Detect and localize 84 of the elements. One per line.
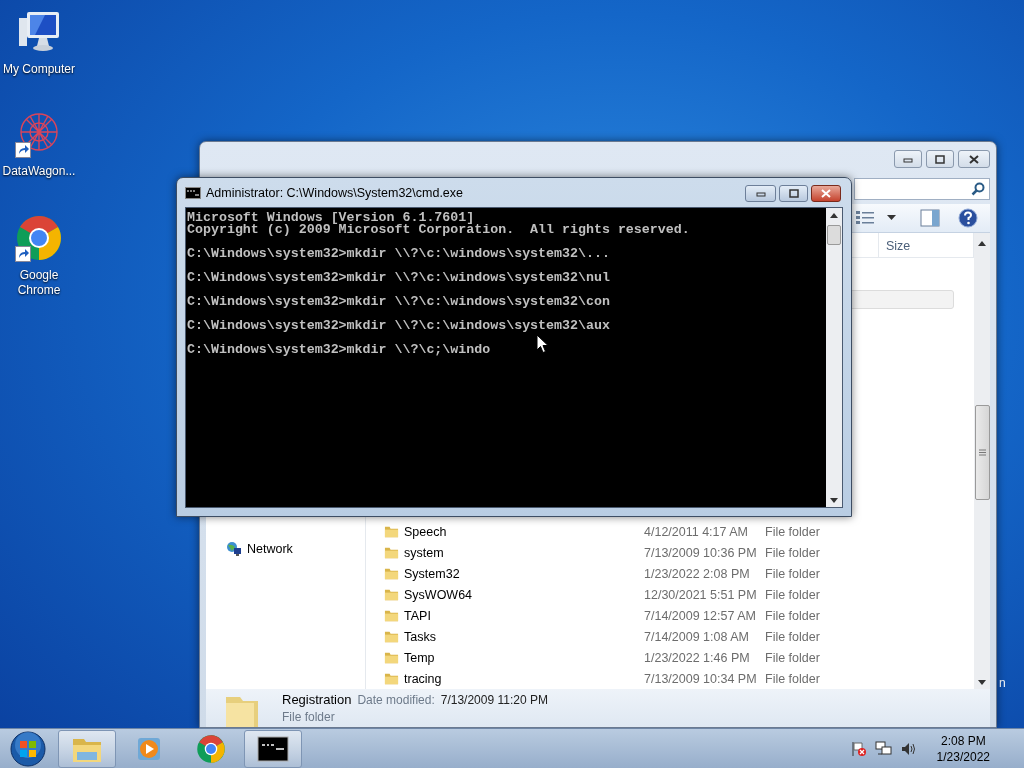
scroll-thumb[interactable]: [975, 405, 990, 500]
file-type: File folder: [765, 566, 821, 581]
file-date: 7/13/2009 10:36 PM: [644, 545, 758, 560]
console-line: C:\Windows\system32>mkdir \\?\c:\windows\system32\aux: [187, 320, 611, 332]
minimize-button[interactable]: [745, 185, 776, 202]
file-date: 1/23/2022 1:46 PM: [644, 650, 751, 665]
file-date: 7/14/2009 1:08 AM: [644, 629, 750, 644]
file-type: File folder: [765, 587, 821, 602]
folder-icon: [384, 524, 399, 539]
file-type: File folder: [765, 629, 821, 644]
edge-text: n: [999, 676, 1006, 690]
close-icon: [967, 153, 981, 165]
down-arrow-icon[interactable]: [830, 498, 838, 503]
desktop-icon[interactable]: Google Chrome: [0, 214, 78, 298]
nav-item[interactable]: Network: [226, 539, 365, 559]
file-type: File folder: [765, 524, 821, 539]
preview-pane-icon[interactable]: [920, 209, 940, 227]
console-line: Microsoft Windows [Version 6.1.7601]: [187, 212, 475, 224]
file-name[interactable]: tracing: [404, 671, 442, 686]
file-date: 4/12/2011 4:17 AM: [644, 524, 750, 539]
terminal-icon: [185, 186, 201, 199]
network-icon[interactable]: [874, 740, 893, 757]
down-arrow-icon[interactable]: [978, 680, 986, 685]
scrollbar[interactable]: [826, 208, 842, 507]
folder-icon: [384, 671, 399, 686]
console[interactable]: [186, 208, 826, 507]
close-button[interactable]: [958, 150, 990, 168]
console-line: C:\Windows\system32>mkdir \\?\c:\windows\system32\nul: [187, 272, 611, 284]
close-icon: [819, 188, 833, 199]
folder-icon: [384, 587, 399, 602]
file-name[interactable]: TAPI: [404, 608, 431, 623]
caret-icon[interactable]: [887, 215, 896, 221]
console-line: C:\Windows\system32>mkdir \\?\c:\windows\system32\...: [187, 248, 611, 260]
maximize-button[interactable]: [926, 150, 954, 168]
console-line: C:\Windows\system32>mkdir \\?\c;\windo: [187, 344, 492, 356]
pointer-icon: [536, 334, 549, 354]
date-value: 7/13/2009 11:20 PM: [440, 692, 548, 709]
desktop-icon[interactable]: DataWagon...: [0, 110, 78, 179]
maximize-button[interactable]: [779, 185, 808, 202]
file-date: 1/23/2022 2:08 PM: [644, 566, 751, 581]
file-name[interactable]: system: [404, 545, 444, 560]
folder-icon: [384, 629, 399, 644]
folder-icon: [384, 608, 399, 623]
clock[interactable]: 2:08 PM 1/23/2022: [936, 732, 990, 765]
folder-icon: [384, 566, 399, 581]
file-type: File folder: [765, 545, 821, 560]
grip-icon: [979, 449, 986, 456]
file-name[interactable]: System32: [404, 566, 460, 581]
file-name[interactable]: Speech: [404, 524, 447, 539]
close-button[interactable]: [811, 185, 841, 202]
date-label: Date modified:: [357, 692, 435, 709]
taskbar-button[interactable]: [244, 729, 302, 768]
up-arrow-icon[interactable]: [830, 213, 838, 218]
file-type: File folder: [765, 608, 821, 623]
file-name[interactable]: SysWOW64: [404, 587, 473, 602]
chrome-icon: [196, 733, 226, 764]
up-arrow-icon[interactable]: [978, 241, 986, 246]
file-date: 7/13/2009 10:34 PM: [644, 671, 758, 686]
minimize-button[interactable]: [894, 150, 922, 168]
search-icon: [971, 182, 985, 196]
help-icon[interactable]: [958, 208, 978, 228]
terminal-icon: [257, 735, 289, 762]
flag-icon[interactable]: [850, 740, 867, 757]
console-line: C:\Windows\system32>mkdir \\?\c:\windows\system32\con: [187, 296, 611, 308]
desktop-icon[interactable]: My Computer: [0, 8, 78, 77]
window-title: Administrator: C:\Windows\System32\cmd.exe: [206, 185, 465, 200]
item-type: File folder: [282, 709, 336, 726]
search-field[interactable]: [854, 178, 990, 200]
file-name[interactable]: Tasks: [404, 629, 436, 644]
scrollbar[interactable]: [974, 233, 990, 689]
scroll-thumb[interactable]: [827, 225, 841, 245]
maximize-icon: [786, 188, 801, 199]
file-date: 12/30/2021 5:51 PM: [644, 587, 758, 602]
file-date: 7/14/2009 12:57 AM: [644, 608, 757, 623]
file-type: File folder: [765, 671, 821, 686]
network-icon: [226, 541, 242, 557]
view-list-icon[interactable]: [855, 210, 875, 226]
file-name[interactable]: Temp: [404, 650, 435, 665]
folder-icon: [384, 650, 399, 665]
console-line: Copyright (c) 2009 Microsoft Corporation. All rights reserved.: [187, 224, 691, 236]
file-type: File folder: [765, 650, 821, 665]
folder-icon: [384, 545, 399, 560]
item-name: Registration: [282, 691, 352, 708]
maximize-icon: [933, 153, 947, 165]
